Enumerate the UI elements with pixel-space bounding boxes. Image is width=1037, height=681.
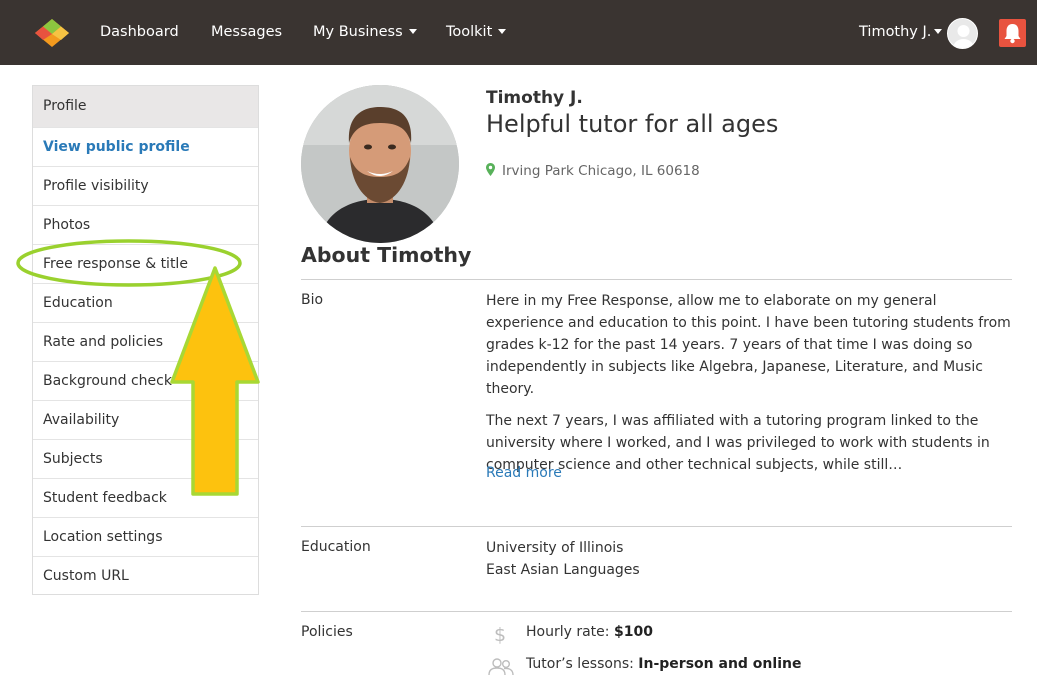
education-label: Education	[301, 539, 371, 555]
top-nav-bar: Dashboard Messages My Business Toolkit T…	[0, 0, 1037, 65]
caret-down-icon	[408, 28, 417, 34]
sidebar-item-education[interactable]: Education	[33, 283, 258, 322]
profile-sidebar: Profile View public profile Profile visi…	[32, 85, 259, 595]
sidebar-item-background-check[interactable]: Background check	[33, 361, 258, 400]
bio-paragraph: The next 7 years, I was affiliated with …	[486, 413, 990, 473]
tutor-location-text: Irving Park Chicago, IL 60618	[502, 163, 700, 179]
map-pin-icon	[486, 163, 495, 176]
sidebar-item-location-settings[interactable]: Location settings	[33, 517, 258, 556]
read-more-link[interactable]: Read more	[486, 465, 562, 481]
nav-messages[interactable]: Messages	[211, 0, 282, 65]
education-school: University of Illinois	[486, 540, 624, 556]
sidebar-item-student-feedback[interactable]: Student feedback	[33, 478, 258, 517]
lessons-label: Tutor’s lessons:	[526, 656, 634, 672]
tutor-headline: Helpful tutor for all ages	[486, 110, 779, 138]
bio-label: Bio	[301, 292, 324, 308]
profile-photo	[301, 85, 459, 243]
nav-my-business-label: My Business	[313, 24, 403, 40]
sidebar-item-custom-url[interactable]: Custom URL	[33, 556, 258, 595]
bell-icon	[1004, 24, 1021, 44]
about-heading: About Timothy	[301, 243, 472, 267]
notifications-button[interactable]	[999, 19, 1026, 47]
divider	[301, 611, 1012, 612]
nav-toolkit[interactable]: Toolkit	[446, 0, 507, 65]
caret-down-icon	[498, 28, 507, 34]
divider	[301, 526, 1012, 527]
lessons-row: Tutor’s lessons: In-person and online	[486, 656, 886, 678]
nav-dashboard[interactable]: Dashboard	[100, 0, 179, 65]
sidebar-item-view-public-profile[interactable]: View public profile	[33, 127, 258, 166]
nav-my-business[interactable]: My Business	[313, 0, 417, 65]
nav-messages-label: Messages	[211, 24, 283, 40]
dollar-icon: $	[494, 624, 506, 644]
user-menu-label: Timothy J.	[859, 24, 932, 40]
hourly-rate-text: Hourly rate: $100	[526, 624, 653, 640]
sidebar-item-free-response-title[interactable]: Free response & title	[33, 244, 258, 283]
user-avatar[interactable]	[947, 18, 978, 49]
bio-text: Here in my Free Response, allow me to el…	[486, 290, 1014, 486]
user-menu[interactable]: Timothy J.	[859, 0, 943, 65]
hourly-rate-row: $ Hourly rate: $100	[486, 624, 886, 646]
divider	[301, 279, 1012, 280]
tutor-name: Timothy J.	[486, 88, 583, 108]
tutor-portrait-image	[301, 85, 459, 243]
education-major: East Asian Languages	[486, 562, 640, 578]
sidebar-item-availability[interactable]: Availability	[33, 400, 258, 439]
sidebar-header: Profile	[33, 86, 258, 127]
sidebar-item-rate-and-policies[interactable]: Rate and policies	[33, 322, 258, 361]
nav-toolkit-label: Toolkit	[446, 24, 493, 40]
users-icon	[488, 658, 514, 676]
sidebar-item-profile-visibility[interactable]: Profile visibility	[33, 166, 258, 205]
tutor-location: Irving Park Chicago, IL 60618	[486, 163, 700, 179]
sidebar-item-photos[interactable]: Photos	[33, 205, 258, 244]
hourly-rate-value: $100	[613, 624, 653, 640]
logo-icon[interactable]	[33, 17, 71, 49]
bio-paragraph: Here in my Free Response, allow me to el…	[486, 293, 1011, 397]
svg-text:$: $	[494, 624, 506, 644]
caret-down-icon	[934, 28, 943, 34]
nav-dashboard-label: Dashboard	[100, 24, 179, 40]
lessons-value: In-person and online	[638, 656, 802, 672]
lessons-text: Tutor’s lessons: In-person and online	[526, 656, 801, 672]
default-avatar-icon	[953, 25, 974, 48]
policies-label: Policies	[301, 624, 353, 640]
education-value: University of Illinois East Asian Langua…	[486, 537, 640, 581]
hourly-rate-label: Hourly rate:	[526, 624, 610, 640]
sidebar-item-subjects[interactable]: Subjects	[33, 439, 258, 478]
